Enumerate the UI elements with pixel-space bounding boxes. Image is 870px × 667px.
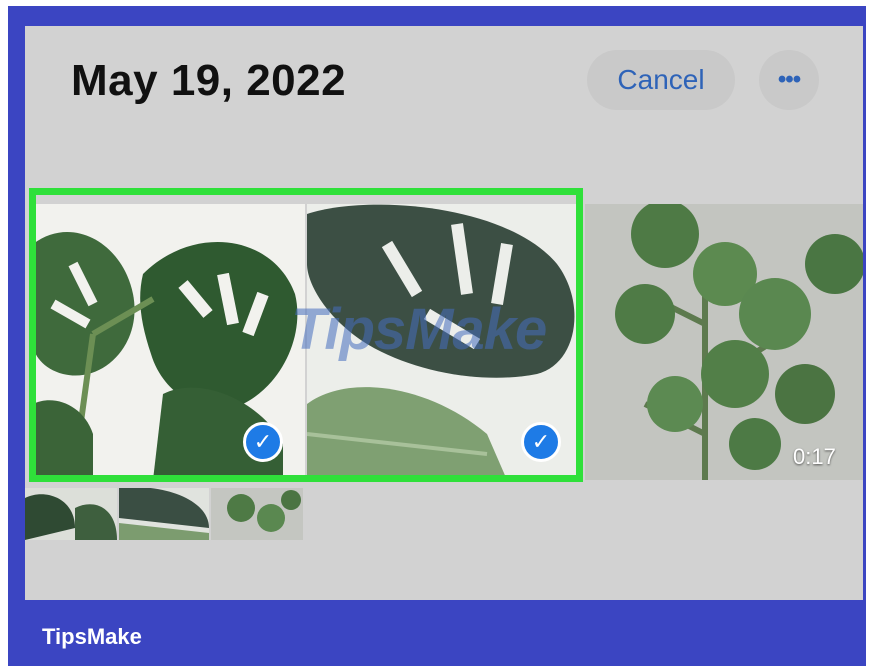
eucalyptus-video[interactable] — [585, 204, 863, 480]
thumbnail-2[interactable] — [119, 488, 209, 540]
brand-label: TipsMake — [42, 624, 142, 649]
eucalyptus-image — [585, 204, 863, 480]
cancel-button[interactable]: Cancel — [587, 50, 735, 110]
checkmark-icon: ✓ — [243, 422, 283, 462]
photos-screen: May 19, 2022 Cancel ••• TipsMake ✓ ✓ 0:1… — [25, 26, 863, 600]
thumbnail-image — [25, 488, 117, 540]
thumbnail-image — [119, 488, 209, 540]
thumbnail-1[interactable] — [25, 488, 117, 540]
date-title: May 19, 2022 — [71, 56, 347, 105]
frame: May 19, 2022 Cancel ••• TipsMake ✓ ✓ 0:1… — [0, 0, 870, 667]
video-duration: 0:17 — [793, 444, 836, 469]
thumbnail-3[interactable] — [211, 488, 303, 540]
more-options-button[interactable]: ••• — [759, 50, 819, 110]
selection-highlight — [29, 188, 583, 482]
checkmark-icon: ✓ — [521, 422, 561, 462]
thumbnail-image — [211, 488, 303, 540]
